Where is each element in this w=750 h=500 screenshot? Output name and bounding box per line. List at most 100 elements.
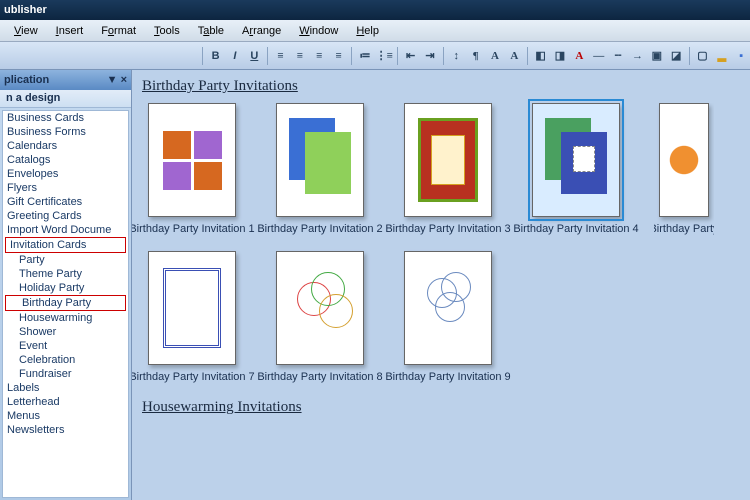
new-button[interactable]: ▢	[694, 46, 711, 66]
template-gallery: Birthday Party Invitations Birthday Part…	[132, 70, 750, 500]
bold-button[interactable]: B	[207, 46, 224, 66]
toolbar-separator	[202, 47, 203, 65]
category-item[interactable]: Greeting Cards	[3, 209, 128, 223]
thumbnail-preview	[148, 251, 236, 365]
template-label: Birthday Party Invitation 9	[383, 371, 513, 383]
template-thumbnail[interactable]: Birthday Party Invitation 9	[398, 251, 498, 383]
template-label: Birthday Party Invitation 8	[255, 371, 385, 383]
dash-style-button[interactable]: ╌	[609, 46, 626, 66]
subcategory-item[interactable]: Housewarming	[3, 311, 128, 325]
decrease-indent-button[interactable]: ⇤	[402, 46, 419, 66]
category-item[interactable]: Import Word Docume	[3, 223, 128, 237]
thumbnail-preview	[532, 103, 620, 217]
italic-button[interactable]: I	[226, 46, 243, 66]
template-label: Birthday Party	[654, 223, 714, 235]
3d-button[interactable]: ◪	[668, 46, 685, 66]
save-button[interactable]: ▪	[733, 46, 750, 66]
menu-table[interactable]: Table	[190, 23, 232, 39]
template-label: Birthday Party Invitation 1	[132, 223, 257, 235]
menu-insert[interactable]: Insert	[48, 23, 92, 39]
category-item[interactable]: Flyers	[3, 181, 128, 195]
section-title-birthday: Birthday Party Invitations	[142, 78, 740, 95]
thumbnail-preview	[659, 103, 709, 217]
subcategory-item[interactable]: Fundraiser	[3, 367, 128, 381]
toolbar-separator	[397, 47, 398, 65]
menu-window[interactable]: Window	[291, 23, 346, 39]
category-item[interactable]: Business Cards	[3, 111, 128, 125]
numbered-list-button[interactable]: ≔	[356, 46, 373, 66]
category-item[interactable]: Calendars	[3, 139, 128, 153]
align-left-button[interactable]: ≡	[272, 46, 289, 66]
subcategory-item[interactable]: Theme Party	[3, 267, 128, 281]
template-thumbnail[interactable]: Birthday Party Invitation 1	[142, 103, 242, 235]
align-center-button[interactable]: ≡	[291, 46, 308, 66]
line-color-button[interactable]: ◨	[551, 46, 568, 66]
bulleted-list-button[interactable]: ⋮≡	[376, 46, 393, 66]
font-color-button[interactable]: A	[571, 46, 588, 66]
main-area: plication ▼ × n a design Business Cards …	[0, 70, 750, 500]
category-item[interactable]: Letterhead	[3, 395, 128, 409]
thumbnail-preview	[276, 103, 364, 217]
category-item[interactable]: Labels	[3, 381, 128, 395]
toolbar-separator	[527, 47, 528, 65]
subcategory-birthday-party[interactable]: Birthday Party	[5, 295, 126, 311]
align-right-button[interactable]: ≡	[311, 46, 328, 66]
template-label: Birthday Party Invitation 4	[511, 223, 641, 235]
line-spacing-button[interactable]: ↕	[448, 46, 465, 66]
menu-format[interactable]: Format	[93, 23, 144, 39]
text-direction-button[interactable]: ¶	[467, 46, 484, 66]
toolbar-separator	[443, 47, 444, 65]
toolbar-separator	[267, 47, 268, 65]
category-item[interactable]: Gift Certificates	[3, 195, 128, 209]
subcategory-item[interactable]: Holiday Party	[3, 281, 128, 295]
shadow-button[interactable]: ▣	[648, 46, 665, 66]
subcategory-item[interactable]: Shower	[3, 325, 128, 339]
template-thumbnail[interactable]: Birthday Party Invitation 7	[142, 251, 242, 383]
menu-bar: View Insert Format Tools Table Arrange W…	[0, 20, 750, 42]
title-bar: ublisher	[0, 0, 750, 20]
template-label: Birthday Party Invitation 2	[255, 223, 385, 235]
font-size-decrease-button[interactable]: A	[506, 46, 523, 66]
menu-view[interactable]: View	[6, 23, 46, 39]
subcategory-item[interactable]: Event	[3, 339, 128, 353]
menu-tools[interactable]: Tools	[146, 23, 188, 39]
task-pane: plication ▼ × n a design Business Cards …	[0, 70, 132, 500]
line-style-button[interactable]: —	[590, 46, 607, 66]
align-justify-button[interactable]: ≡	[330, 46, 347, 66]
increase-indent-button[interactable]: ⇥	[421, 46, 438, 66]
menu-arrange[interactable]: Arrange	[234, 23, 289, 39]
thumbnail-preview	[404, 251, 492, 365]
template-label: Birthday Party Invitation 7	[132, 371, 257, 383]
category-item[interactable]: Catalogs	[3, 153, 128, 167]
toolbar-separator	[689, 47, 690, 65]
section-title-housewarming: Housewarming Invitations	[142, 399, 740, 416]
subcategory-item[interactable]: Party	[3, 253, 128, 267]
open-button[interactable]: ▂	[713, 46, 730, 66]
template-label: Birthday Party Invitation 3	[383, 223, 513, 235]
template-thumbnail-selected[interactable]: Birthday Party Invitation 4	[526, 103, 626, 235]
menu-help[interactable]: Help	[348, 23, 387, 39]
task-pane-dropdown-icon[interactable]: ▼ ×	[107, 74, 127, 86]
template-row: Birthday Party Invitation 7 Birthday Par…	[142, 251, 740, 383]
subcategory-item[interactable]: Celebration	[3, 353, 128, 367]
template-thumbnail[interactable]: Birthday Party Invitation 8	[270, 251, 370, 383]
toolbar-separator	[351, 47, 352, 65]
thumbnail-preview	[148, 103, 236, 217]
template-thumbnail[interactable]: Birthday Party	[654, 103, 714, 235]
font-size-increase-button[interactable]: A	[486, 46, 503, 66]
category-item[interactable]: Envelopes	[3, 167, 128, 181]
category-item[interactable]: Newsletters	[3, 423, 128, 437]
template-thumbnail[interactable]: Birthday Party Invitation 3	[398, 103, 498, 235]
template-thumbnail[interactable]: Birthday Party Invitation 2	[270, 103, 370, 235]
app-title: ublisher	[4, 4, 47, 16]
task-pane-header: plication ▼ ×	[0, 70, 131, 90]
template-row: Birthday Party Invitation 1 Birthday Par…	[142, 103, 740, 235]
category-invitation-cards[interactable]: Invitation Cards	[5, 237, 126, 253]
task-pane-title: plication	[4, 74, 49, 86]
underline-button[interactable]: U	[246, 46, 263, 66]
publication-type-list[interactable]: Business Cards Business Forms Calendars …	[2, 110, 129, 498]
category-item[interactable]: Menus	[3, 409, 128, 423]
arrow-style-button[interactable]: →	[629, 46, 646, 66]
category-item[interactable]: Business Forms	[3, 125, 128, 139]
fill-color-button[interactable]: ◧	[532, 46, 549, 66]
